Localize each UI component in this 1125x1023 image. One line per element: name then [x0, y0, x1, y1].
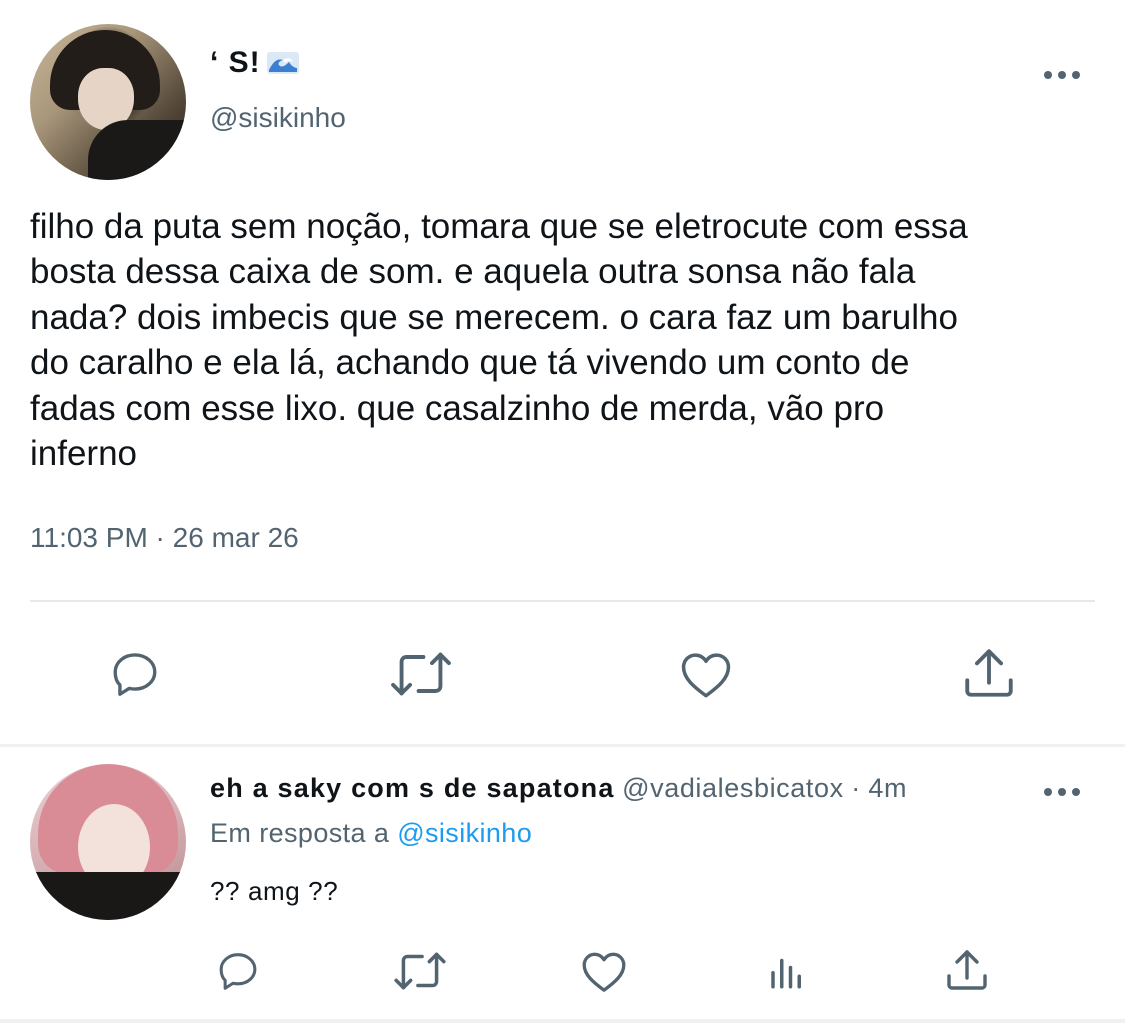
author-avatar[interactable]	[30, 24, 186, 180]
reply-header: eh a saky com s de sapatona @vadialesbic…	[210, 773, 907, 804]
share-button[interactable]	[958, 642, 1020, 704]
analytics-button[interactable]	[764, 946, 810, 996]
reply-button[interactable]	[104, 645, 166, 703]
retweet-icon	[394, 952, 446, 990]
reply-button[interactable]	[212, 946, 264, 996]
replying-to-prefix: Em resposta a	[210, 818, 390, 848]
retweet-icon	[391, 652, 451, 696]
share-icon	[947, 950, 987, 990]
water-wave-icon	[266, 52, 299, 74]
tweet-text-line: fadas com esse lixo. que casalzinho de m…	[30, 388, 885, 428]
avatar-body	[30, 872, 186, 920]
reply-author-handle[interactable]: @vadialesbicatox	[622, 773, 844, 803]
reply-author-avatar[interactable]	[30, 764, 186, 920]
tweet-text-line: bosta dessa caixa de som. e aquela outra…	[30, 252, 916, 292]
like-button[interactable]	[675, 645, 737, 703]
replying-to-handle-link[interactable]: @sisikinho	[397, 818, 532, 848]
reply-timestamp[interactable]: 4m	[868, 773, 907, 803]
more-options-icon[interactable]	[1042, 68, 1082, 82]
tweet-text-line: inferno	[30, 434, 138, 474]
reply-text: ?? amg ??	[210, 876, 339, 906]
tweet-text: filho da puta sem noção, tomara que se e…	[30, 204, 1110, 476]
tweet-text-line: do caralho e ela lá, achando que tá vive…	[30, 343, 910, 383]
author-display-name[interactable]: ‘ S!	[210, 46, 299, 80]
reply-icon	[219, 953, 257, 990]
reply-author-name[interactable]: eh a saky com s de sapatona	[210, 773, 615, 803]
author-handle[interactable]: @sisikinho	[210, 102, 346, 134]
retweet-button[interactable]	[386, 645, 456, 703]
analytics-icon	[771, 958, 801, 989]
more-options-icon[interactable]	[1042, 785, 1082, 799]
reply-icon	[113, 653, 157, 696]
tweet-text-line: filho da puta sem noção, tomara que se e…	[30, 207, 968, 246]
tweet-text-line: nada? dois imbecis que se merecem. o car…	[30, 297, 958, 337]
retweet-button[interactable]	[390, 946, 450, 996]
like-button[interactable]	[578, 946, 630, 996]
heart-icon	[582, 952, 626, 992]
replying-to: Em resposta a @sisikinho	[210, 818, 532, 849]
meta-separator: ·	[851, 773, 861, 803]
section-separator	[0, 744, 1125, 747]
section-separator	[0, 1019, 1125, 1023]
share-button[interactable]	[942, 944, 992, 996]
heart-icon	[681, 653, 731, 698]
tweet-timestamp[interactable]: 11:03 PM · 26 mar 26	[30, 522, 299, 554]
divider	[30, 600, 1095, 602]
avatar-body	[88, 120, 186, 180]
share-icon	[965, 649, 1013, 697]
author-name-text: ‘ S!	[210, 46, 261, 79]
